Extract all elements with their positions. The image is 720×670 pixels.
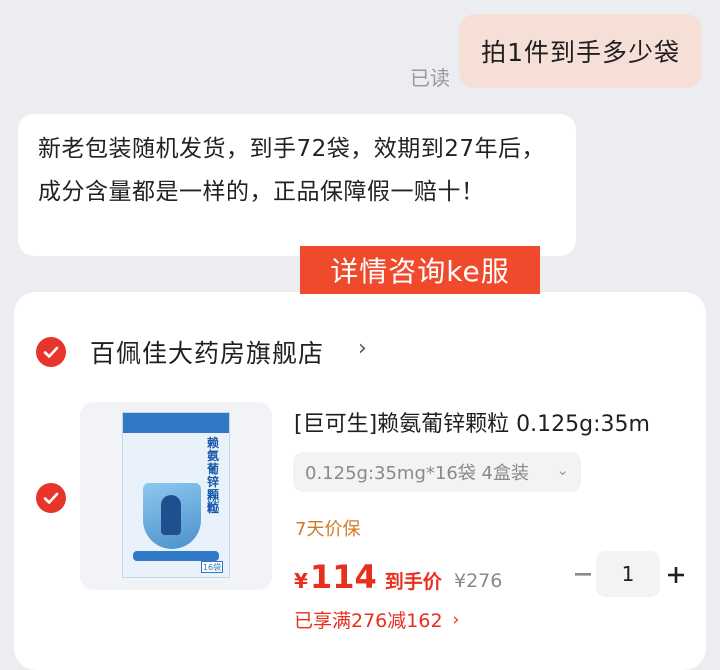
product-thumbnail[interactable]: 赖氨葡锌颗粒 (无糖) 16袋 (80, 402, 272, 590)
item-select-checkbox[interactable] (36, 483, 66, 513)
child-figure-graphic (161, 495, 181, 535)
price-suffix: 到手价 (384, 571, 442, 593)
check-icon (43, 346, 59, 358)
shop-name[interactable]: 百佩佳大药房旗舰店 (90, 334, 324, 370)
final-price: ¥ 114 到手价 (294, 558, 442, 596)
chevron-right-icon[interactable]: › (358, 336, 367, 361)
plus-icon (668, 567, 684, 583)
order-card[interactable]: 百佩佳大药房旗舰店 › 赖氨葡锌颗粒 (无糖) 16袋 [巨可生]赖氨葡锌颗粒 … (14, 292, 706, 670)
chevron-down-icon: ⌄ (556, 461, 569, 479)
spec-selector-value: 0.125g:35mg*16袋 4盒装 (305, 463, 529, 484)
outgoing-message-bubble[interactable]: 拍1件到手多少袋 (459, 14, 702, 88)
price-currency-symbol: ¥ (294, 569, 308, 593)
product-title[interactable]: [巨可生]赖氨葡锌颗粒 0.125g:35m (294, 406, 694, 438)
original-price: ¥276 (454, 570, 503, 592)
discount-text: 已享满276减162 (294, 610, 443, 632)
box-banner (133, 551, 219, 561)
shop-select-checkbox[interactable] (36, 337, 66, 367)
quantity-increase-button[interactable] (664, 563, 688, 587)
box-sugar-note: (无糖) (207, 495, 220, 515)
incoming-message-text: 新老包装随机发货，到手72袋，效期到27年后，成分含量都是一样的，正品保障假一赔… (38, 136, 546, 205)
price-value: 114 (309, 558, 377, 596)
quantity-input[interactable]: 1 (596, 551, 660, 597)
spec-selector[interactable]: 0.125g:35mg*16袋 4盒装 ⌄ (293, 452, 581, 492)
incoming-message-bubble[interactable]: 新老包装随机发货，到手72袋，效期到27年后，成分含量都是一样的，正品保障假一赔… (18, 114, 576, 256)
check-icon (43, 492, 59, 504)
box-header-band (123, 413, 229, 433)
chat-screen: 拍1件到手多少袋 已读 新老包装随机发货，到手72袋，效期到27年后，成分含量都… (0, 0, 720, 670)
read-status: 已读 (410, 66, 450, 90)
outgoing-message-text: 拍1件到手多少袋 (481, 38, 680, 67)
quantity-decrease-button[interactable] (572, 564, 594, 586)
minus-icon (575, 573, 591, 576)
contact-service-stamp: 详情咨询ke服 (300, 246, 540, 294)
chevron-right-icon: › (452, 609, 460, 630)
box-count-label: 16袋 (201, 561, 223, 573)
discount-info[interactable]: 已享满276减162 › (294, 606, 459, 633)
medicine-box-image: 赖氨葡锌颗粒 (无糖) 16袋 (122, 412, 230, 578)
price-guarantee-label: 7天价保 (295, 519, 361, 540)
